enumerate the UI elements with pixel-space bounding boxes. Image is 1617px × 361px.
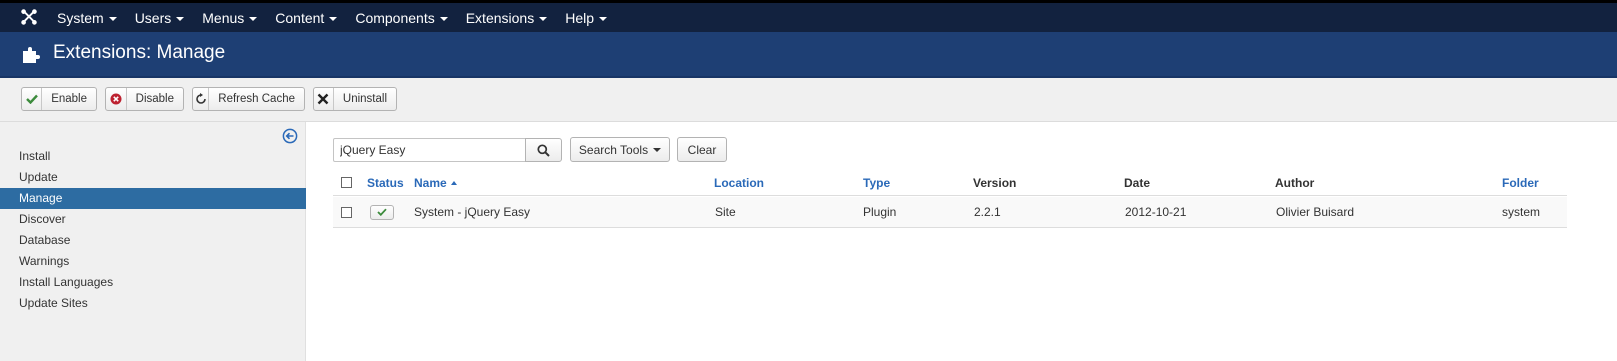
- joomla-logo-icon[interactable]: [20, 8, 38, 26]
- sidebar-item-install[interactable]: Install: [0, 146, 306, 167]
- top-navbar: System Users Menus Content Components Ex…: [0, 0, 1617, 32]
- toolbar: Enable Disable Refresh Cache Uninstall: [0, 78, 1617, 122]
- caret-down-icon: [108, 16, 117, 21]
- menu-label: Extensions: [465, 9, 535, 26]
- column-author: Author: [1275, 175, 1315, 190]
- refresh-cache-button[interactable]: Refresh Cache: [192, 87, 305, 111]
- caret-down-icon: [249, 16, 258, 21]
- menu-system[interactable]: System: [57, 10, 117, 26]
- menu-content[interactable]: Content: [275, 9, 338, 26]
- sort-ascending-icon: [450, 180, 457, 185]
- column-type[interactable]: Type: [863, 170, 890, 195]
- enable-button[interactable]: Enable: [21, 87, 97, 111]
- row-select-cell: [341, 197, 352, 227]
- type-cell: Plugin: [863, 205, 897, 219]
- menu-label: Menus: [202, 9, 245, 26]
- column-location[interactable]: Location: [714, 170, 764, 195]
- search-button[interactable]: [525, 138, 562, 162]
- column-name-label: Name: [414, 175, 447, 190]
- menu-components[interactable]: Components: [355, 9, 448, 26]
- puzzle-piece-icon: [23, 47, 40, 63]
- collapse-sidebar-icon[interactable]: [282, 128, 298, 144]
- search-tools-label: Search Tools: [578, 142, 649, 157]
- caret-down-icon: [599, 16, 607, 21]
- disable-label: Disable: [135, 93, 174, 105]
- caret-down-icon: [176, 16, 185, 21]
- sidebar-item-update-sites[interactable]: Update Sites: [0, 293, 306, 314]
- sidebar-menu: Install Update Manage Discover Database …: [0, 146, 306, 314]
- menu-label: Users: [134, 9, 172, 26]
- times-icon: [314, 88, 334, 110]
- sidebar-item-manage[interactable]: Manage: [0, 188, 306, 209]
- sidebar-item-update[interactable]: Update: [0, 167, 306, 188]
- column-date: Date: [1124, 175, 1151, 190]
- sidebar: Install Update Manage Discover Database …: [0, 122, 306, 361]
- menu-help[interactable]: Help: [565, 10, 607, 26]
- extension-name[interactable]: System - jQuery Easy: [414, 197, 530, 227]
- enable-label: Enable: [51, 93, 87, 105]
- column-folder[interactable]: Folder: [1502, 170, 1539, 195]
- menu-label: System: [57, 9, 104, 26]
- sidebar-item-warnings[interactable]: Warnings: [0, 251, 306, 272]
- sidebar-item-database[interactable]: Database: [0, 230, 306, 251]
- menu-label: Help: [565, 9, 594, 26]
- uninstall-button[interactable]: Uninstall: [313, 87, 397, 111]
- refresh-icon: [193, 88, 210, 110]
- version-cell: 2.2.1: [974, 205, 1001, 219]
- menu-label: Components: [355, 9, 435, 26]
- column-version: Version: [973, 175, 1017, 190]
- disable-button[interactable]: Disable: [105, 87, 184, 111]
- sidebar-item-discover[interactable]: Discover: [0, 209, 306, 230]
- sidebar-item-install-languages[interactable]: Install Languages: [0, 272, 306, 293]
- refresh-cache-label: Refresh Cache: [218, 93, 295, 105]
- table-header: Status Name Location Type Version Date A…: [333, 170, 1567, 196]
- clear-label: Clear: [687, 142, 717, 157]
- date-cell: 2012-10-21: [1125, 205, 1187, 219]
- folder-cell: system: [1502, 205, 1541, 219]
- status-toggle-button[interactable]: [370, 204, 394, 220]
- search-tools-button[interactable]: Search Tools: [570, 137, 670, 162]
- menu-label: Content: [275, 9, 325, 26]
- table-row: System - jQuery Easy Site Plugin 2.2.1 2…: [333, 197, 1567, 228]
- caret-down-icon: [539, 16, 548, 21]
- page-header: Extensions: Manage: [0, 32, 1617, 78]
- column-name[interactable]: Name: [414, 170, 457, 195]
- caret-down-icon: [653, 147, 662, 152]
- uninstall-label: Uninstall: [342, 93, 387, 105]
- check-icon: [22, 88, 43, 110]
- clear-button[interactable]: Clear: [677, 137, 727, 162]
- main-menu: System Users Menus Content Components Ex…: [57, 3, 625, 32]
- row-checkbox[interactable]: [341, 206, 352, 218]
- caret-down-icon: [439, 16, 448, 21]
- search-input[interactable]: [333, 138, 526, 162]
- remove-circle-icon: [106, 88, 127, 110]
- check-icon: [377, 208, 387, 216]
- caret-down-icon: [329, 16, 338, 21]
- menu-menus[interactable]: Menus: [202, 9, 258, 26]
- select-all-checkbox[interactable]: [341, 177, 352, 188]
- location-cell: Site: [715, 205, 736, 219]
- column-status[interactable]: Status: [367, 170, 404, 195]
- search-icon: [537, 143, 550, 157]
- select-all-cell: [341, 170, 352, 195]
- status-cell: [370, 197, 394, 227]
- page-title: Extensions: Manage: [53, 42, 226, 63]
- menu-extensions[interactable]: Extensions: [465, 9, 548, 26]
- menu-users[interactable]: Users: [135, 10, 185, 26]
- author-cell: Olivier Buisard: [1276, 205, 1355, 219]
